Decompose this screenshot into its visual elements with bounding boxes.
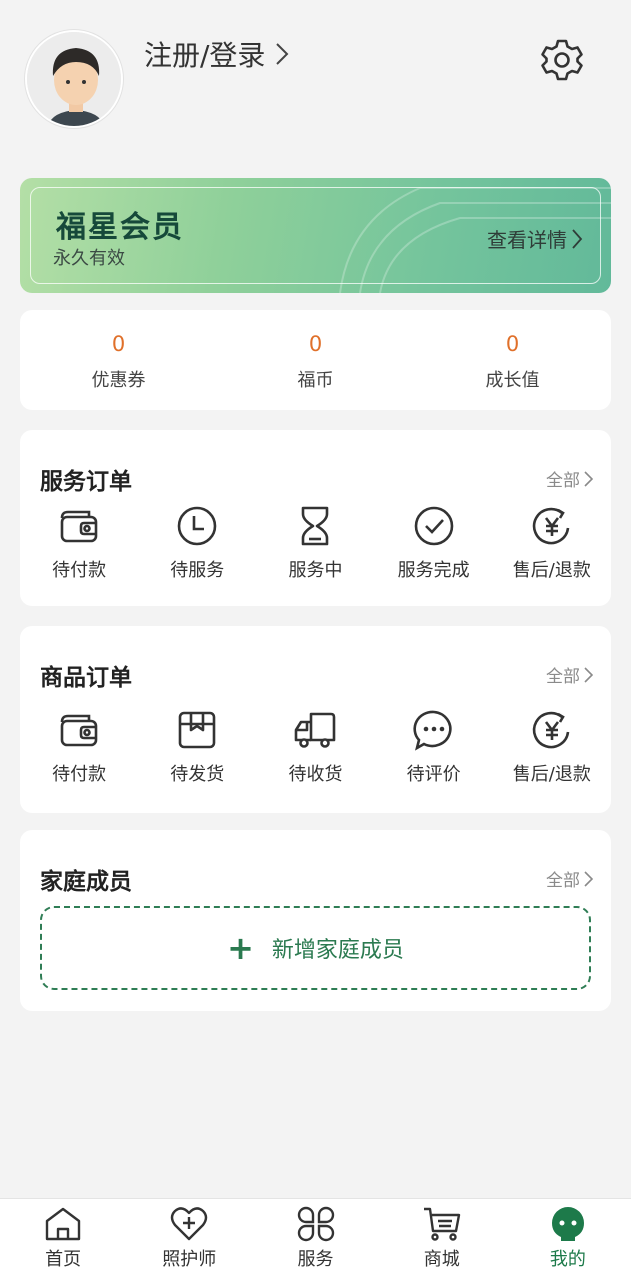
stat-coins[interactable]: 0 福币 bbox=[217, 310, 414, 410]
chat-icon bbox=[413, 710, 452, 751]
service-order-in-progress[interactable]: 服务中 bbox=[256, 504, 374, 582]
icon-label: 服务完成 bbox=[397, 560, 470, 581]
service-order-pending-service[interactable]: 待服务 bbox=[138, 504, 256, 582]
service-orders-all-link[interactable]: 全部 bbox=[546, 466, 593, 491]
chevron-right-icon bbox=[584, 666, 593, 683]
section-title: 商品订单 bbox=[40, 665, 132, 691]
chevron-right-icon bbox=[572, 228, 583, 249]
refund-icon bbox=[532, 711, 570, 749]
service-orders-row: 待付款 待服务 服务中 服务完成 售后/退款 bbox=[20, 504, 611, 582]
goods-orders-row: 待付款 待发货 待收货 待评价 售后/退款 bbox=[20, 708, 611, 786]
avatar[interactable] bbox=[25, 30, 123, 128]
tab-services[interactable]: 服务 bbox=[252, 1199, 378, 1280]
wallet-icon bbox=[60, 510, 98, 543]
goods-orders-card: 商品订单 全部 待付款 待发货 待收货 待评价 售后/退款 bbox=[20, 626, 611, 813]
bottom-tab-bar: 首页 照护师 服务 商城 我的 bbox=[0, 1198, 631, 1280]
service-order-refund[interactable]: 售后/退款 bbox=[493, 504, 611, 582]
icon-label: 售后/退款 bbox=[512, 560, 591, 581]
plus-icon: + bbox=[227, 929, 254, 967]
goods-order-refund[interactable]: 售后/退款 bbox=[493, 708, 611, 786]
heart-plus-icon bbox=[171, 1207, 208, 1241]
icon-label: 待评价 bbox=[406, 764, 461, 785]
service-order-completed[interactable]: 服务完成 bbox=[375, 504, 493, 582]
refund-icon bbox=[532, 507, 570, 545]
tab-caregiver[interactable]: 照护师 bbox=[126, 1199, 252, 1280]
stat-label: 福币 bbox=[297, 370, 334, 391]
stat-label: 成长值 bbox=[485, 370, 540, 391]
goods-order-pending-receipt[interactable]: 待收货 bbox=[256, 708, 374, 786]
tab-mall[interactable]: 商城 bbox=[379, 1199, 505, 1280]
member-title: 福星会员 bbox=[56, 210, 184, 245]
package-icon bbox=[178, 711, 216, 749]
login-label: 注册/登录 bbox=[144, 39, 266, 72]
member-card[interactable]: 福星会员 永久有效 查看详情 bbox=[20, 178, 611, 293]
tab-mine[interactable]: 我的 bbox=[505, 1199, 631, 1280]
truck-icon bbox=[295, 712, 336, 748]
goods-order-pending-payment[interactable]: 待付款 bbox=[20, 708, 138, 786]
all-label: 全部 bbox=[546, 871, 580, 891]
member-detail-link[interactable]: 查看详情 bbox=[487, 224, 583, 253]
profile-header: 注册/登录 bbox=[0, 0, 631, 150]
stat-growth[interactable]: 0 成长值 bbox=[414, 310, 611, 410]
home-icon bbox=[45, 1207, 81, 1241]
tab-label: 我的 bbox=[549, 1249, 586, 1270]
icon-label: 待服务 bbox=[170, 560, 225, 581]
chevron-right-icon bbox=[276, 43, 289, 65]
goods-orders-all-link[interactable]: 全部 bbox=[546, 662, 593, 687]
service-order-pending-payment[interactable]: 待付款 bbox=[20, 504, 138, 582]
wallet-icon bbox=[60, 714, 98, 747]
all-label: 全部 bbox=[546, 471, 580, 491]
tab-label: 服务 bbox=[297, 1249, 334, 1270]
cart-icon bbox=[423, 1207, 460, 1241]
tab-label: 商城 bbox=[423, 1249, 460, 1270]
stat-label: 优惠券 bbox=[91, 370, 146, 391]
all-label: 全部 bbox=[546, 667, 580, 687]
add-family-member-button[interactable]: + 新增家庭成员 bbox=[40, 906, 591, 990]
icon-label: 待发货 bbox=[170, 764, 225, 785]
service-orders-card: 服务订单 全部 待付款 待服务 服务中 服务完成 售后/退款 bbox=[20, 430, 611, 606]
tab-home[interactable]: 首页 bbox=[0, 1199, 126, 1280]
hourglass-icon bbox=[302, 506, 329, 546]
chevron-right-icon bbox=[584, 870, 593, 887]
stat-coupons[interactable]: 0 优惠券 bbox=[20, 310, 217, 410]
family-members-card: 家庭成员 全部 + 新增家庭成员 bbox=[20, 830, 611, 1011]
gear-icon[interactable] bbox=[540, 38, 584, 82]
stats-card: 0 优惠券 0 福币 0 成长值 bbox=[20, 310, 611, 410]
icon-label: 服务中 bbox=[288, 560, 343, 581]
section-title: 服务订单 bbox=[40, 469, 132, 495]
tab-label: 照护师 bbox=[162, 1249, 217, 1270]
add-family-member-label: 新增家庭成员 bbox=[271, 938, 404, 963]
login-link[interactable]: 注册/登录 bbox=[144, 34, 289, 74]
stat-value: 0 bbox=[111, 332, 126, 356]
family-all-link[interactable]: 全部 bbox=[546, 866, 593, 891]
user-avatar-icon bbox=[27, 32, 121, 126]
section-title: 家庭成员 bbox=[40, 869, 132, 895]
icon-label: 待收货 bbox=[288, 764, 343, 785]
chevron-right-icon bbox=[584, 470, 593, 487]
clock-icon bbox=[177, 506, 217, 546]
check-circle-icon bbox=[414, 506, 453, 546]
grid-icon bbox=[297, 1206, 334, 1242]
icon-label: 待付款 bbox=[52, 560, 107, 581]
icon-label: 待付款 bbox=[52, 764, 107, 785]
stat-value: 0 bbox=[308, 332, 323, 356]
tab-label: 首页 bbox=[45, 1249, 82, 1270]
icon-label: 售后/退款 bbox=[512, 764, 591, 785]
profile-icon bbox=[551, 1207, 584, 1241]
stat-value: 0 bbox=[505, 332, 520, 356]
goods-order-pending-review[interactable]: 待评价 bbox=[375, 708, 493, 786]
member-detail-label: 查看详情 bbox=[487, 228, 567, 252]
member-validity: 永久有效 bbox=[53, 248, 125, 269]
goods-order-pending-shipment[interactable]: 待发货 bbox=[138, 708, 256, 786]
